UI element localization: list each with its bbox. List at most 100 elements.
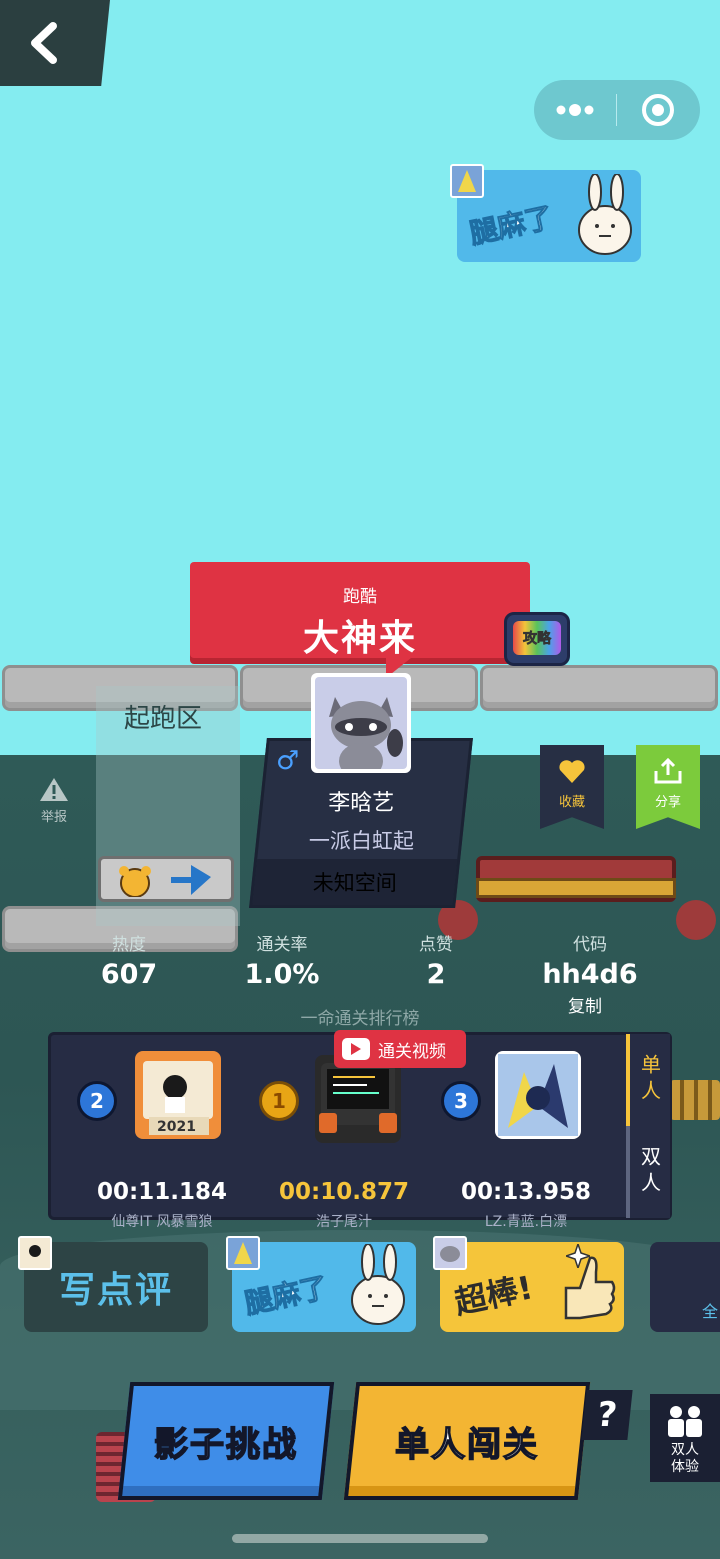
guide-tv-button[interactable]: 攻略	[504, 612, 570, 666]
creature-avatar-icon	[498, 1054, 578, 1136]
more-label: 全	[702, 1302, 719, 1321]
clear-video-button[interactable]: 通关视频	[334, 1030, 466, 1068]
level-title: 一派白虹起	[308, 829, 414, 853]
tab-single[interactable]: 单人	[626, 1034, 670, 1126]
bunny-icon	[578, 174, 632, 255]
sticker-text: 腿麻了	[241, 1270, 331, 1321]
sparkle-icon	[566, 1244, 590, 1268]
report-label: 举报	[40, 810, 67, 825]
level-space-label: 未知空间	[252, 859, 458, 905]
robot-avatar-icon	[319, 1063, 397, 1133]
sticker-option-great[interactable]: 超棒!	[440, 1242, 624, 1332]
stat-likes: 点赞 2	[396, 930, 476, 990]
player-avatar	[315, 1055, 401, 1143]
spike-trap	[476, 856, 676, 902]
leaderboard-title: 一命通关排行榜	[300, 1009, 420, 1029]
home-indicator[interactable]	[232, 1534, 488, 1543]
stat-label: 代码	[573, 935, 607, 955]
raccoon-avatar-icon	[435, 1238, 465, 1268]
warning-icon	[40, 778, 68, 801]
level-type-banner: 跑酷 大神来	[190, 562, 530, 659]
gold-rank-badge: 1	[259, 1081, 299, 1121]
sticker-user-avatar	[226, 1236, 260, 1270]
solo-play-label: 单人闯关	[394, 1424, 540, 1466]
leaderboard-tabs: 单人 双人	[626, 1034, 670, 1218]
sticker-text: 超棒!	[451, 1268, 537, 1322]
favorite-button[interactable]: 收藏	[540, 745, 604, 829]
solo-play-button[interactable]: 单人闯关	[343, 1382, 591, 1500]
stat-code: 代码 hh4d6	[530, 930, 650, 990]
player-name: LZ.青蓝.白漂	[484, 1214, 568, 1230]
chevron-left-icon	[31, 22, 57, 64]
stat-clear-rate: 通关率 1.0%	[232, 930, 332, 990]
more-button[interactable]	[534, 80, 616, 140]
arrow-icon	[171, 865, 211, 895]
author-name[interactable]: 李晗艺	[261, 785, 461, 817]
author-avatar[interactable]	[311, 673, 411, 773]
shadow-challenge-button[interactable]: 影子挑战	[117, 1382, 335, 1500]
bubble-sticker: 腿麻了	[457, 170, 641, 262]
stat-label: 热度	[112, 935, 146, 955]
guide-label: 攻略	[523, 631, 552, 648]
stat-heat: 热度 607	[84, 930, 174, 990]
player-name: 浩子尾汁	[316, 1214, 372, 1230]
share-button[interactable]: 分享	[636, 745, 700, 829]
stone-platform	[480, 665, 718, 711]
player-avatar: 2021	[135, 1051, 221, 1139]
tab-double[interactable]: 双人	[626, 1126, 670, 1218]
saw-blade	[676, 900, 716, 940]
stat-value: 607	[100, 959, 158, 990]
svg-text:2021: 2021	[157, 1119, 196, 1135]
back-button[interactable]	[0, 0, 110, 86]
player-name: 仙尊IT 风暴雪狼	[111, 1214, 213, 1230]
cartoon-boy-avatar-icon	[20, 1238, 50, 1268]
trap-rail	[476, 878, 676, 898]
heart-icon	[559, 760, 585, 783]
sticker-user-avatar	[433, 1236, 467, 1270]
raccoon-avatar-icon	[329, 697, 403, 769]
share-upload-icon	[654, 757, 682, 784]
stat-label: 通关率	[256, 935, 308, 955]
tv-screen: 攻略	[513, 621, 561, 655]
creature-avatar-icon	[228, 1238, 258, 1268]
video-label: 通关视频	[378, 1041, 446, 1062]
player-time: 00:10.877	[279, 1179, 409, 1205]
rank-badge: 3	[441, 1081, 481, 1121]
rank-badge: 2	[77, 1081, 117, 1121]
report-button[interactable]: 举报	[30, 776, 78, 825]
duo-trial-button[interactable]: 双人 体验	[650, 1394, 720, 1482]
close-miniprogram-button[interactable]	[617, 80, 699, 140]
stat-value: 1.0%	[244, 959, 320, 990]
player-time: 00:13.958	[461, 1179, 591, 1205]
player-avatar	[495, 1051, 581, 1139]
favorite-label: 收藏	[558, 795, 585, 810]
video-camera-icon	[342, 1038, 370, 1060]
target-circle-icon	[642, 94, 674, 126]
sticker-text: 腿麻了	[466, 200, 556, 251]
help-button[interactable]: ?	[581, 1390, 633, 1440]
banner-subtitle: 跑酷	[343, 587, 377, 607]
bear-icon	[119, 866, 151, 897]
mini-program-capsule	[534, 80, 700, 140]
two-people-icon	[668, 1406, 702, 1437]
player-time: 00:11.184	[97, 1179, 227, 1205]
duo-label: 双人 体验	[671, 1442, 699, 1475]
more-stickers-tile[interactable]: 全	[650, 1242, 720, 1332]
bunny-icon	[351, 1244, 405, 1325]
my-avatar	[18, 1236, 52, 1270]
stat-value: 2	[426, 959, 446, 990]
cartoon-boy-avatar-icon: 2021	[143, 1061, 213, 1135]
banner-title: 大神来	[302, 618, 417, 659]
sticker-user-avatar	[450, 164, 484, 198]
barbed-fence	[670, 1080, 720, 1120]
male-gender-icon: ♂	[276, 746, 300, 776]
spring-block	[98, 856, 234, 902]
share-label: 分享	[654, 795, 681, 810]
start-zone-label: 起跑区	[124, 704, 203, 734]
stat-label: 点赞	[419, 935, 453, 955]
shadow-challenge-label: 影子挑战	[153, 1424, 299, 1466]
space-text: 未知空间	[312, 871, 397, 895]
more-dots-icon	[556, 104, 594, 116]
stat-value: hh4d6	[542, 959, 638, 990]
creature-avatar-icon	[452, 166, 482, 196]
